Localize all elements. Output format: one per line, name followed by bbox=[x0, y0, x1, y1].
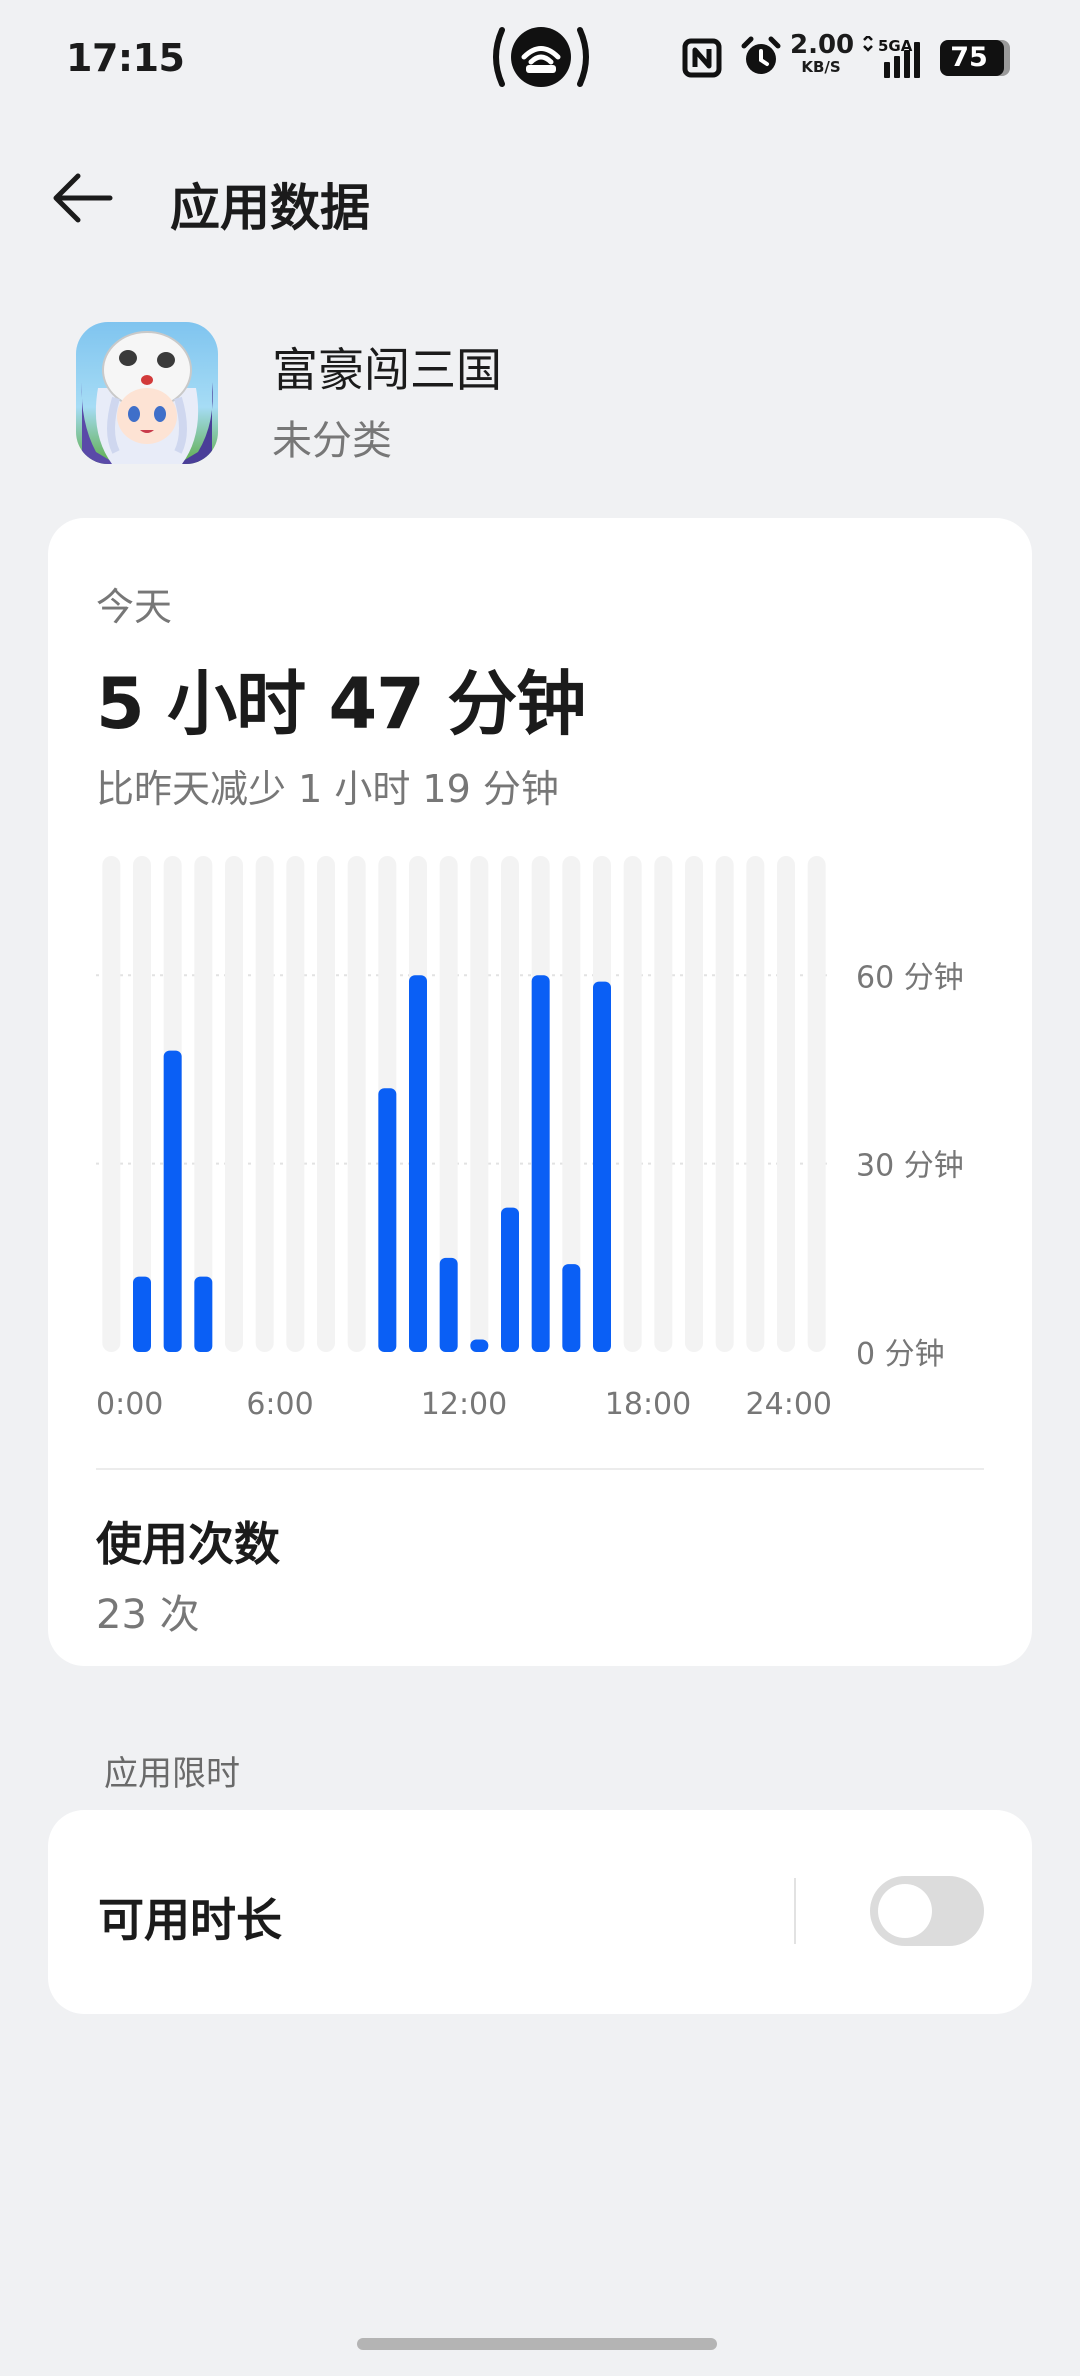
status-bar: 17:15 2.00 KB/S 5GA 75 bbox=[0, 0, 1080, 120]
usage-bar bbox=[378, 1088, 397, 1352]
usage-count-label: 使用次数 bbox=[96, 1517, 280, 1571]
bar-track bbox=[623, 856, 642, 1352]
available-duration-label: 可用时长 bbox=[98, 1893, 282, 1947]
app-limit-card[interactable]: 可用时长 bbox=[48, 1810, 1032, 2014]
x-tick-label: 18:00 bbox=[605, 1387, 691, 1422]
bar-track bbox=[347, 856, 366, 1352]
battery-level: 75 bbox=[950, 42, 988, 73]
nfc-icon bbox=[682, 38, 722, 78]
hourly-usage-chart: 0 分钟 30 分钟 60 分钟 0:00 6:00 12:00 18:00 24:00 bbox=[96, 856, 964, 1422]
usage-bar bbox=[501, 1207, 519, 1352]
y-tick-label: 0 分钟 bbox=[856, 1337, 945, 1372]
app-name: 富豪闯三国 bbox=[272, 343, 502, 397]
signal-icon: 5GA bbox=[863, 36, 920, 78]
x-tick-label: 0:00 bbox=[96, 1387, 163, 1422]
network-speed-unit: KB/S bbox=[801, 58, 841, 76]
divider bbox=[96, 1468, 984, 1470]
usage-bar bbox=[562, 1264, 581, 1352]
page-title: 应用数据 bbox=[170, 179, 370, 237]
bar-track bbox=[746, 856, 765, 1352]
section-label-app-limit: 应用限时 bbox=[104, 1754, 240, 1794]
app-category: 未分类 bbox=[272, 418, 392, 464]
x-tick-label: 24:00 bbox=[746, 1387, 832, 1422]
usage-bar bbox=[531, 975, 550, 1352]
usage-card: 今天 5 小时 47 分钟 比昨天减少 1 小时 19 分钟 0 分钟 30 分钟… bbox=[48, 518, 1032, 1666]
bar-track bbox=[225, 856, 243, 1352]
usage-bar bbox=[470, 1339, 489, 1352]
hotspot-icon bbox=[493, 27, 589, 87]
usage-bar bbox=[133, 1276, 151, 1352]
usage-bar bbox=[593, 981, 611, 1352]
toggle-knob bbox=[878, 1884, 932, 1938]
status-time: 17:15 bbox=[66, 36, 185, 80]
available-duration-toggle[interactable] bbox=[870, 1876, 984, 1946]
bar-track bbox=[317, 856, 335, 1352]
usage-bar bbox=[163, 1050, 182, 1352]
bar-track bbox=[777, 856, 795, 1352]
alarm-icon bbox=[741, 36, 781, 74]
bar-track bbox=[654, 856, 673, 1352]
bar-track bbox=[685, 856, 703, 1352]
y-tick-label: 60 分钟 bbox=[856, 960, 964, 995]
network-speed-value: 2.00 bbox=[790, 30, 855, 60]
home-indicator[interactable] bbox=[357, 2338, 717, 2350]
x-tick-label: 12:00 bbox=[421, 1387, 507, 1422]
network-speed: 2.00 KB/S bbox=[790, 30, 855, 76]
bar-track bbox=[807, 856, 826, 1352]
app-icon bbox=[76, 322, 218, 464]
usage-count-value: 23 次 bbox=[96, 1592, 200, 1638]
back-button[interactable] bbox=[48, 162, 120, 234]
bar-track bbox=[470, 856, 489, 1352]
bar-track bbox=[255, 856, 274, 1352]
arrow-left-icon bbox=[53, 173, 113, 223]
usage-bar bbox=[439, 1257, 458, 1352]
vertical-divider bbox=[794, 1878, 796, 1944]
y-tick-label: 30 分钟 bbox=[856, 1149, 964, 1184]
bar-track bbox=[102, 856, 121, 1352]
bar-track bbox=[286, 856, 305, 1352]
usage-bar bbox=[409, 975, 427, 1352]
usage-bar bbox=[194, 1276, 213, 1352]
x-tick-label: 6:00 bbox=[246, 1387, 313, 1422]
bar-track bbox=[715, 856, 734, 1352]
